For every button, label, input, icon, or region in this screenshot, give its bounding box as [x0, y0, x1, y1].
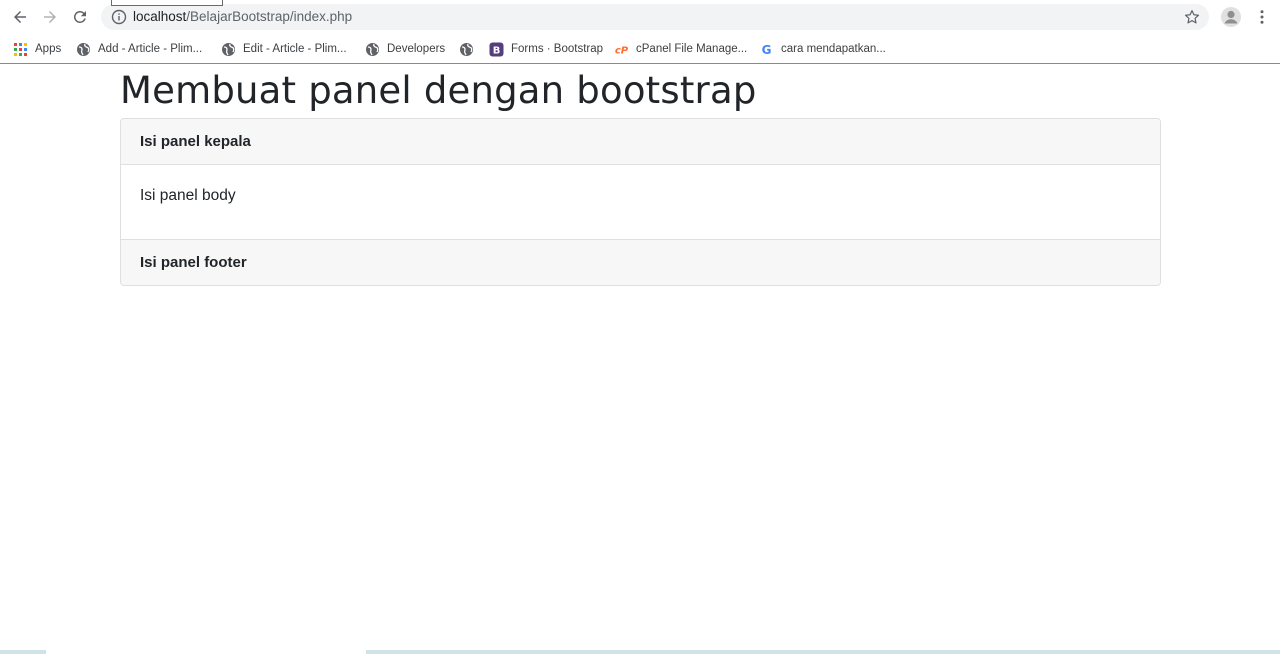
bookmark-label: cara mendapatkan...: [781, 43, 886, 55]
bookmark-apps[interactable]: Apps: [12, 39, 61, 59]
globe-icon: [220, 41, 236, 57]
bookmark-edit-article[interactable]: Edit - Article - Plim...: [220, 39, 347, 59]
svg-text:G: G: [761, 43, 771, 57]
bootstrap-icon: B: [488, 41, 504, 57]
globe-icon: [364, 41, 380, 57]
forward-button[interactable]: [38, 5, 62, 29]
cpanel-icon: cP: [613, 41, 629, 57]
panel-card: Isi panel kepala Isi panel body Isi pane…: [120, 118, 1161, 286]
popup-stub: [111, 0, 223, 6]
back-button[interactable]: [8, 5, 32, 29]
bookmark-google-search[interactable]: G cara mendapatkan...: [758, 39, 886, 59]
bookmark-label: Add - Article - Plim...: [98, 43, 203, 55]
bookmark-label: Developers: [387, 43, 446, 55]
bookmark-forms-bootstrap[interactable]: B Forms · Bootstrap: [488, 39, 603, 59]
reload-button[interactable]: [68, 5, 92, 29]
globe-icon: [458, 41, 474, 57]
arrow-left-icon: [14, 11, 26, 23]
bookmark-unnamed[interactable]: [458, 39, 481, 59]
panel-header: Isi panel kepala: [121, 119, 1160, 165]
page-container: Membuat panel dengan bootstrap Isi panel…: [120, 65, 1161, 286]
bookmark-developers[interactable]: Developers: [364, 39, 445, 59]
info-icon[interactable]: [111, 9, 127, 25]
bookmark-label: Apps: [35, 43, 62, 55]
url-text[interactable]: localhost/BelajarBootstrap/index.php: [133, 9, 352, 25]
google-icon: G: [758, 41, 774, 57]
svg-text:B: B: [492, 45, 500, 56]
apps-grid-icon: [12, 41, 28, 57]
browser-toolbar: localhost/BelajarBootstrap/index.php: [0, 0, 1280, 34]
bookmark-star-icon[interactable]: [1183, 8, 1201, 26]
url-path: /BelajarBootstrap/index.php: [186, 9, 353, 24]
arrow-right-icon: [44, 11, 56, 23]
bookmark-label: Edit - Article - Plim...: [243, 43, 347, 55]
svg-text:cP: cP: [614, 45, 628, 56]
bookmark-add-article[interactable]: Add - Article - Plim...: [75, 39, 202, 59]
panel-body: Isi panel body: [140, 187, 236, 204]
globe-icon: [75, 41, 91, 57]
profile-avatar-icon[interactable]: [1220, 6, 1242, 28]
url-host: localhost: [133, 9, 187, 24]
address-bar[interactable]: localhost/BelajarBootstrap/index.php: [101, 4, 1209, 30]
bookmark-label: cPanel File Manage...: [636, 43, 748, 55]
bookmark-cpanel[interactable]: cP cPanel File Manage...: [613, 39, 747, 59]
panel-footer: Isi panel footer: [121, 239, 1160, 285]
bookmarks-bar: Apps Add - Article - Plim... Edit - Arti…: [0, 34, 1280, 64]
kebab-menu-icon: [1260, 10, 1264, 24]
taskbar-active-item: [46, 650, 366, 654]
reload-icon: [73, 10, 86, 23]
browser-menu-button[interactable]: [1250, 5, 1274, 29]
page-title: Membuat panel dengan bootstrap: [120, 69, 757, 112]
bookmark-label: Forms · Bootstrap: [511, 43, 604, 55]
taskbar-edge: [0, 650, 1280, 654]
